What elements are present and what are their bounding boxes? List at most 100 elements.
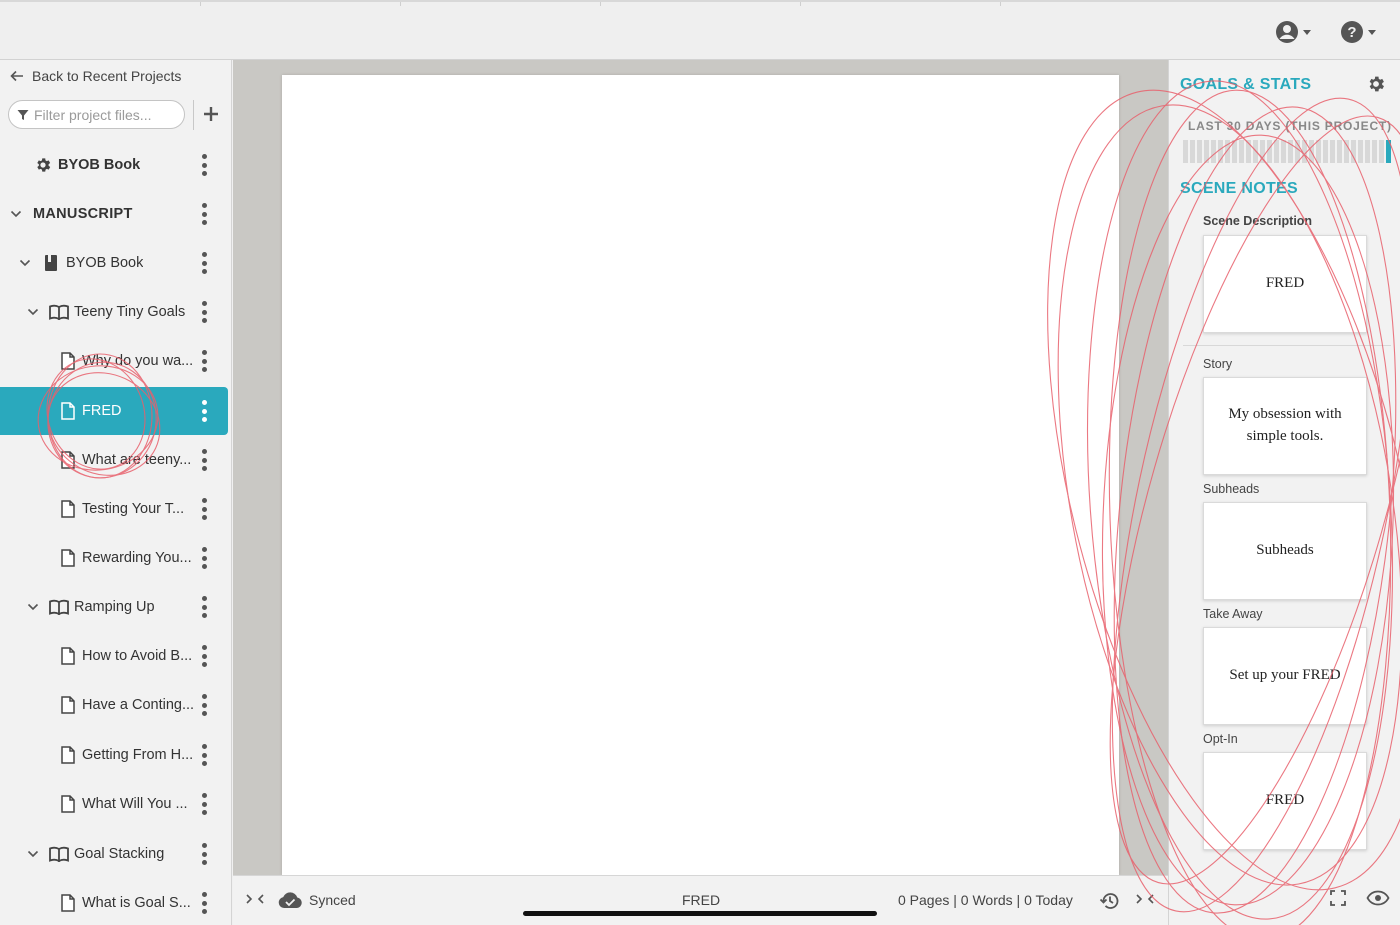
scene-notes-heading: SCENE NOTES (1180, 180, 1298, 197)
tree-item-chapter[interactable]: Goal Stacking (0, 830, 228, 878)
tree-item-scene[interactable]: Have a Conting... (0, 681, 228, 729)
document-icon (61, 795, 75, 813)
back-link-label: Back to Recent Projects (32, 68, 182, 84)
sync-status: Synced (277, 890, 356, 910)
tree-item-label: Ramping Up (74, 599, 155, 615)
activity-day-bar (1204, 140, 1209, 163)
filter-field[interactable] (8, 100, 185, 129)
activity-day-bar (1253, 140, 1258, 163)
document-title: FRED (682, 892, 721, 908)
tree-item-scene[interactable]: What are teeny... (0, 436, 228, 484)
tree-item-scene[interactable]: Why do you wa... (0, 337, 228, 385)
collapse-right-panel-button[interactable] (1135, 892, 1155, 906)
more-options-icon[interactable] (200, 449, 208, 471)
tree-item-scene-active[interactable]: FRED (0, 387, 228, 435)
more-options-icon[interactable] (200, 154, 208, 176)
note-card-subheads[interactable]: Subheads (1203, 502, 1367, 600)
document-icon (61, 696, 75, 714)
filter-input[interactable] (34, 106, 174, 123)
tree-item-label: Testing Your T... (82, 501, 185, 517)
activity-day-bar (1260, 140, 1265, 163)
tree-item-book[interactable]: BYOB Book (0, 239, 228, 287)
collapse-left-panel-button[interactable] (245, 892, 265, 906)
tree-item-label: Getting From H... (82, 747, 194, 763)
tree-item-label: What Will You ... (82, 796, 188, 812)
more-options-icon[interactable] (200, 843, 208, 865)
tab-divider (1000, 2, 1001, 6)
divider (1183, 345, 1391, 346)
history-button[interactable] (1099, 890, 1121, 912)
tree-item-chapter[interactable]: Teeny Tiny Goals (0, 288, 228, 336)
tab-divider (600, 2, 601, 6)
book-icon (45, 255, 57, 271)
tree-item-scene[interactable]: Testing Your T... (0, 485, 228, 533)
document-icon (61, 894, 75, 912)
caret-down-icon (1303, 29, 1311, 35)
more-options-icon[interactable] (200, 350, 208, 372)
project-sidebar: Back to Recent Projects BYOB Book MANUSC… (0, 60, 232, 925)
more-options-icon[interactable] (200, 203, 208, 225)
note-card-opt-in[interactable]: FRED (1203, 752, 1367, 850)
tree-item-label: Goal Stacking (74, 846, 165, 862)
tree-item-scene[interactable]: Rewarding You... (0, 534, 228, 582)
activity-day-bar (1386, 140, 1391, 163)
tree-item-scene[interactable]: How to Avoid B... (0, 632, 228, 680)
tree-item-project-settings[interactable]: BYOB Book (0, 141, 228, 189)
note-label-take-away: Take Away (1203, 607, 1263, 621)
tree-item-chapter[interactable]: Ramping Up (0, 583, 228, 631)
more-options-icon[interactable] (200, 547, 208, 569)
more-options-icon[interactable] (200, 744, 208, 766)
expand-icon (1330, 890, 1346, 906)
activity-day-bar (1358, 140, 1363, 163)
note-card-scene-description[interactable]: FRED (1203, 235, 1367, 333)
goals-settings-button[interactable] (1366, 74, 1386, 99)
gear-icon (1369, 76, 1384, 92)
tree-item-scene[interactable]: What Will You ... (0, 780, 228, 828)
activity-day-bar (1218, 140, 1223, 163)
preview-button[interactable] (1366, 890, 1390, 911)
more-options-icon[interactable] (200, 793, 208, 815)
activity-day-bar (1274, 140, 1279, 163)
word-count: 0 Pages | 0 Words | 0 Today (898, 892, 1073, 908)
tree-item-label: What are teeny... (82, 452, 192, 468)
tree-item-label: FRED (82, 403, 122, 419)
goals-stats-heading: GOALS & STATS (1180, 76, 1312, 93)
activity-day-bar (1365, 140, 1370, 163)
tree-item-scene[interactable]: What is Goal S... (0, 879, 228, 925)
tree-item-scene[interactable]: Getting From H... (0, 731, 228, 779)
fullscreen-button[interactable] (1329, 889, 1347, 912)
eye-icon (1366, 890, 1390, 906)
activity-day-bar (1337, 140, 1342, 163)
note-card-take-away[interactable]: Set up your FRED (1203, 627, 1367, 725)
more-options-icon[interactable] (200, 400, 208, 422)
collapse-icon (1136, 894, 1154, 904)
activity-day-bar (1225, 140, 1230, 163)
gear-icon (37, 158, 51, 172)
cloud-check-icon (278, 892, 302, 908)
more-options-icon[interactable] (200, 892, 208, 914)
activity-day-bar (1344, 140, 1349, 163)
plus-icon (204, 107, 218, 121)
tree-item-label: Rewarding You... (82, 550, 192, 566)
back-to-recent-projects-link[interactable]: Back to Recent Projects (10, 68, 181, 84)
goals-period-label: LAST 30 DAYS (THIS PROJECT) (1188, 119, 1392, 133)
tree-item-label: What is Goal S... (82, 895, 191, 911)
tree-item-label: Have a Conting... (82, 697, 195, 713)
more-options-icon[interactable] (200, 645, 208, 667)
activity-day-bar (1302, 140, 1307, 163)
tree-item-manuscript[interactable]: MANUSCRIPT (0, 190, 228, 238)
account-menu-button[interactable] (1275, 18, 1311, 46)
status-bar: Synced FRED 0 Pages | 0 Words | 0 Today (233, 875, 1168, 925)
more-options-icon[interactable] (200, 694, 208, 716)
more-options-icon[interactable] (200, 498, 208, 520)
more-options-icon[interactable] (200, 301, 208, 323)
help-menu-button[interactable]: ? (1340, 18, 1376, 46)
activity-day-bar (1330, 140, 1335, 163)
note-card-story[interactable]: My obsession with simple tools. (1203, 377, 1367, 475)
editor-page[interactable] (282, 75, 1119, 875)
more-options-icon[interactable] (200, 596, 208, 618)
daily-activity-chart (1183, 140, 1393, 163)
more-options-icon[interactable] (200, 252, 208, 274)
caret-down-icon (1368, 29, 1376, 35)
add-file-button[interactable] (202, 104, 220, 124)
